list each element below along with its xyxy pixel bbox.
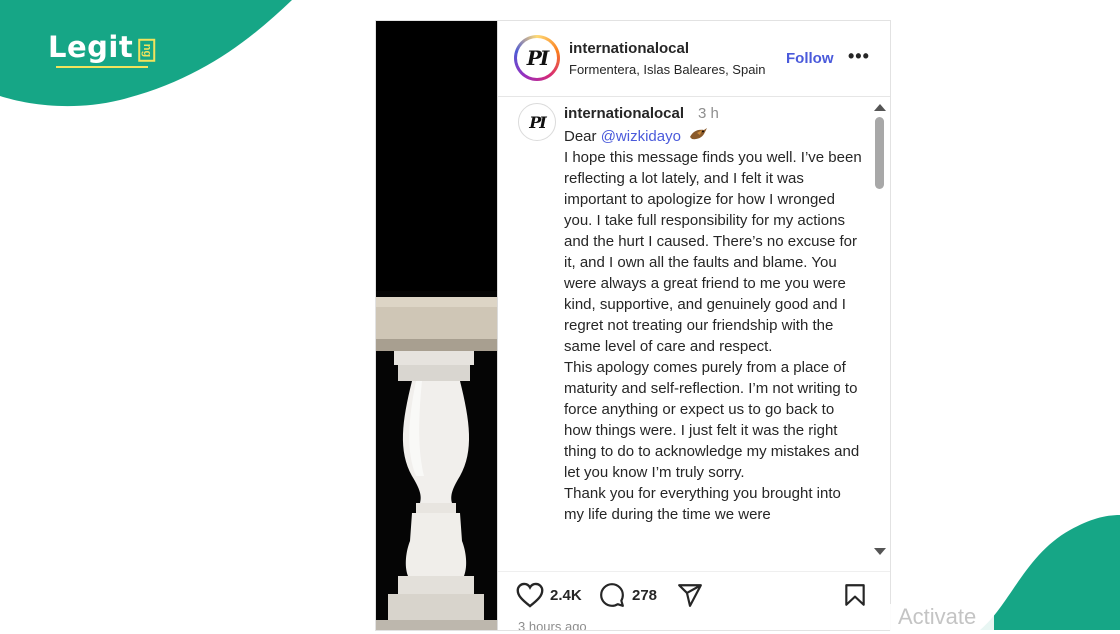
instagram-post: PI internationalocal Formentera, Islas B… — [376, 21, 890, 630]
follow-button[interactable]: Follow — [786, 50, 834, 67]
more-options-icon[interactable]: ••• — [848, 46, 870, 67]
scrollbar[interactable] — [873, 97, 887, 567]
avatar-logo: PI — [529, 112, 546, 132]
post-panel: PI internationalocal Formentera, Islas B… — [497, 21, 890, 630]
caption-paragraph-1: I hope this message finds you well. I’ve… — [564, 149, 862, 355]
decorative-corner-shape — [980, 515, 1120, 630]
scroll-down-arrow-icon[interactable] — [874, 548, 886, 555]
scroll-up-arrow-icon[interactable] — [874, 104, 886, 111]
like-button[interactable]: 2.4K — [516, 582, 582, 608]
caption-paragraph-2: This apology comes purely from a place o… — [564, 359, 860, 481]
logo-text: Legit — [48, 30, 134, 64]
caption-text: Dear @wizkidayo I hope this message find… — [564, 126, 864, 525]
stone-pedestal-image — [376, 21, 497, 630]
post-username[interactable]: internationalocal — [569, 40, 689, 57]
save-button[interactable] — [842, 582, 868, 608]
legit-logo[interactable]: Legit ng — [48, 28, 159, 68]
caption-time: 3 h — [698, 105, 719, 122]
avatar-logo: PI — [526, 46, 549, 70]
avatar: PI — [517, 38, 557, 78]
bookmark-icon — [845, 584, 865, 606]
post-location[interactable]: Formentera, Islas Baleares, Spain — [569, 62, 766, 77]
caption-scroll-area[interactable]: PI internationalocal 3 h Dear @wizkidayo… — [498, 97, 890, 567]
bird-emoji-icon — [690, 128, 708, 140]
comment-button[interactable]: 278 — [598, 582, 657, 608]
likes-count: 2.4K — [550, 586, 582, 604]
heart-icon — [516, 582, 544, 608]
scrollbar-thumb[interactable] — [875, 117, 884, 189]
logo-suffix: ng — [138, 38, 156, 62]
story-avatar[interactable]: PI — [514, 35, 560, 81]
mention-link[interactable]: @wizkidayo — [601, 128, 681, 145]
post-header: PI internationalocal Formentera, Islas B… — [498, 21, 890, 97]
share-button[interactable] — [676, 582, 704, 608]
caption-username[interactable]: internationalocal — [564, 105, 684, 122]
caption-greeting: Dear @wizkidayo — [564, 126, 864, 147]
post-timestamp: 3 hours ago — [518, 619, 587, 630]
greeting-prefix: Dear — [564, 128, 601, 145]
caption-paragraph-3: Thank you for everything you brought int… — [564, 485, 841, 523]
caption-avatar[interactable]: PI — [518, 103, 556, 141]
action-bar: 2.4K 278 3 hours ago — [498, 571, 890, 630]
share-icon — [678, 584, 702, 607]
comment-icon — [600, 583, 624, 607]
logo-underline — [56, 66, 148, 68]
comments-count: 278 — [632, 586, 658, 604]
post-image[interactable] — [376, 21, 497, 630]
